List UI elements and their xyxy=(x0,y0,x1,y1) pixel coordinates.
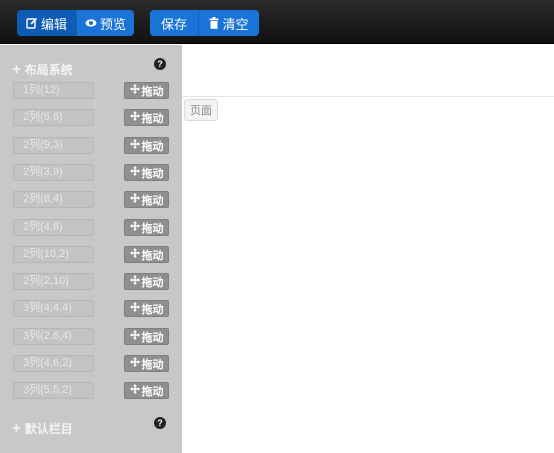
drag-handle[interactable]: 拖动 xyxy=(124,328,169,345)
drag-handle[interactable]: 拖动 xyxy=(124,109,169,126)
drag-label: 拖动 xyxy=(141,85,164,98)
layout-row: 2列(10,2) 拖动 xyxy=(13,246,169,263)
layout-preview: 2列(2,10) xyxy=(13,273,94,290)
drag-label: 拖动 xyxy=(141,331,164,344)
move-icon xyxy=(129,221,140,234)
mode-button-group: 编辑 预览 xyxy=(17,10,134,36)
move-icon xyxy=(129,302,140,315)
save-button[interactable]: 保存 xyxy=(150,10,199,36)
layout-row: 2列(8,4) 拖动 xyxy=(13,191,169,208)
drag-handle[interactable]: 拖动 xyxy=(124,164,169,181)
drag-handle[interactable]: 拖动 xyxy=(124,300,169,317)
layout-preview: 1列(12) xyxy=(13,82,94,99)
edit-button[interactable]: 编辑 xyxy=(17,10,77,36)
move-icon xyxy=(129,111,140,124)
question-icon[interactable]: ? xyxy=(154,417,166,429)
default-section-title: 默认栏目 xyxy=(24,421,73,436)
move-icon xyxy=(129,193,140,206)
drag-handle[interactable]: 拖动 xyxy=(124,82,169,99)
save-label: 保存 xyxy=(160,16,187,32)
drag-handle[interactable]: 拖动 xyxy=(124,273,169,290)
layout-preview: 3列(4,6,2) xyxy=(13,355,94,372)
drag-label: 拖动 xyxy=(141,140,164,153)
move-icon xyxy=(129,384,140,397)
layout-preview: 2列(6,6) xyxy=(13,109,94,126)
drag-handle[interactable]: 拖动 xyxy=(124,246,169,263)
layout-row: 2列(4,8) 拖动 xyxy=(13,219,169,236)
drag-handle[interactable]: 拖动 xyxy=(124,382,169,399)
drag-handle[interactable]: 拖动 xyxy=(124,219,169,236)
drag-handle[interactable]: 拖动 xyxy=(124,191,169,208)
edit-label: 编辑 xyxy=(40,16,67,32)
move-icon xyxy=(129,139,140,152)
move-icon xyxy=(129,330,140,343)
clear-button[interactable]: 清空 xyxy=(199,10,259,36)
layout-row: 3列(2,6,4) 拖动 xyxy=(13,328,169,345)
plus-icon: + xyxy=(12,60,21,78)
page-tab[interactable]: 页面 xyxy=(184,99,218,121)
layout-section-title: 布局系统 xyxy=(24,62,73,77)
edit-icon xyxy=(26,17,38,29)
layout-row: 1列(12) 拖动 xyxy=(13,82,169,99)
move-icon xyxy=(129,248,140,261)
question-icon[interactable]: ? xyxy=(154,58,166,70)
layout-row: 2列(2,10) 拖动 xyxy=(13,273,169,290)
drag-label: 拖动 xyxy=(141,358,164,371)
preview-label: 预览 xyxy=(99,16,126,32)
move-icon xyxy=(129,275,140,288)
sidebar: + 布局系统 ? 1列(12) 拖动 2列(6,6) 拖动 2列(9,3) 拖动 2列(3,… xyxy=(0,45,182,453)
drag-label: 拖动 xyxy=(141,303,164,316)
preview-button[interactable]: 预览 xyxy=(77,10,134,36)
layout-row: 2列(9,3) 拖动 xyxy=(13,137,169,154)
drag-label: 拖动 xyxy=(141,167,164,180)
drag-label: 拖动 xyxy=(141,249,164,262)
plus-icon: + xyxy=(12,419,21,437)
move-icon xyxy=(129,166,140,179)
layout-row: 3列(4,4,4) 拖动 xyxy=(13,300,169,317)
layout-section-header[interactable]: + 布局系统 xyxy=(12,60,73,78)
drag-label: 拖动 xyxy=(141,385,164,398)
trash-icon xyxy=(209,17,219,29)
drag-label: 拖动 xyxy=(141,194,164,207)
layout-row: 3列(5,5,2) 拖动 xyxy=(13,382,169,399)
layout-preview: 2列(3,9) xyxy=(13,164,94,181)
drag-handle[interactable]: 拖动 xyxy=(124,355,169,372)
layout-preview: 2列(9,3) xyxy=(13,137,94,154)
layout-preview: 2列(4,8) xyxy=(13,219,94,236)
action-button-group: 保存 清空 xyxy=(150,10,259,36)
layout-preview: 2列(10,2) xyxy=(13,246,94,263)
layout-preview: 3列(2,6,4) xyxy=(13,328,94,345)
drag-handle[interactable]: 拖动 xyxy=(124,137,169,154)
move-icon xyxy=(129,84,140,97)
drag-label: 拖动 xyxy=(141,112,164,125)
drag-label: 拖动 xyxy=(141,276,164,289)
layout-preview: 3列(5,5,2) xyxy=(13,382,94,399)
top-toolbar: 编辑 预览 保存 清空 xyxy=(0,0,554,44)
eye-icon xyxy=(85,18,97,28)
layout-preview: 3列(4,4,4) xyxy=(13,300,94,317)
layout-row: 3列(4,6,2) 拖动 xyxy=(13,355,169,372)
drag-label: 拖动 xyxy=(141,222,164,235)
layout-row: 2列(6,6) 拖动 xyxy=(13,109,169,126)
move-icon xyxy=(129,357,140,370)
canvas-divider xyxy=(182,96,554,97)
clear-label: 清空 xyxy=(222,16,249,32)
layout-preview: 2列(8,4) xyxy=(13,191,94,208)
default-section-header[interactable]: + 默认栏目 xyxy=(12,419,73,437)
layout-row: 2列(3,9) 拖动 xyxy=(13,164,169,181)
